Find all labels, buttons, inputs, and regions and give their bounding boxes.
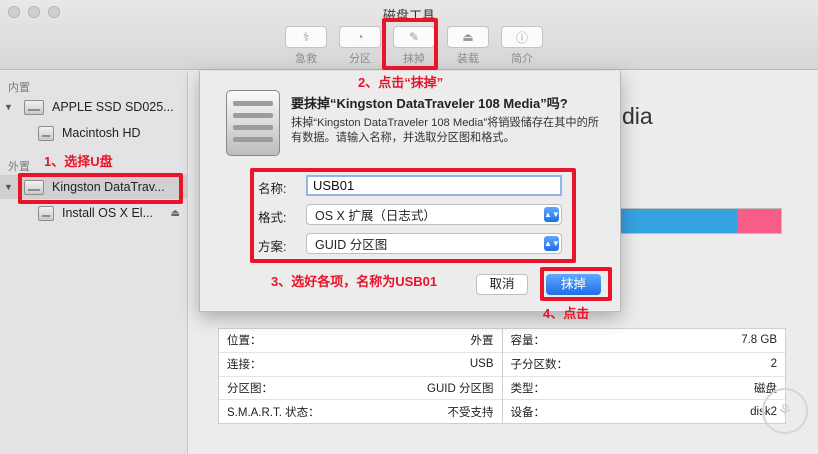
annotation-step-3: 3、选好各项，名称为USB01 [271, 274, 438, 289]
info-value: 不受支持 [447, 406, 494, 419]
sheet-description: 抹掉“Kingston DataTraveler 108 Media”将销毁储存… [291, 117, 599, 144]
toolbar-label: 装载 [457, 53, 479, 65]
cancel-button[interactable]: 取消 [476, 274, 528, 295]
annotation-step-2: 2、点击“抹掉” [358, 75, 444, 90]
volume-icon [38, 205, 54, 221]
usage-segment-other [737, 209, 781, 233]
toolbar-label: 急救 [295, 53, 317, 65]
info-icon: ⓘ [515, 30, 528, 45]
sidebar-item-label: Macintosh HD [62, 126, 141, 140]
info-row: 位置： 外置 [219, 329, 502, 353]
usage-bar [620, 208, 782, 234]
info-column-left: 位置： 外置 连接： USB 分区图： GUID 分区图 S.M.A.R.T. 状态：… [219, 329, 502, 423]
info-row: 子分区数： 2 [502, 353, 785, 377]
toolbar-partition[interactable]: ◔ 分区 [339, 26, 381, 66]
info-row: 连接： USB [219, 353, 502, 377]
info-key: 分区图： [227, 382, 273, 395]
toolbar-info[interactable]: ⓘ 简介 [501, 26, 543, 66]
annotation-box-erase-tool [382, 18, 438, 70]
toolbar-label: 简介 [511, 53, 533, 65]
sidebar-item-install-os-x[interactable]: Install OS X El... ⏏ [0, 201, 188, 225]
info-key: 设备： [510, 406, 546, 419]
annotation-step-4: 4、点击 [543, 306, 590, 321]
disclosure-triangle-icon[interactable]: ▼ [4, 102, 16, 112]
annotation-box-select-disk [18, 173, 183, 204]
info-row: 类型： 磁盘 [502, 377, 785, 401]
eject-icon[interactable]: ⏏ [171, 208, 180, 219]
watermark-logo: ⚘ [762, 388, 808, 434]
sheet-title: 要抹掉“Kingston DataTraveler 108 Media”吗? [291, 96, 568, 111]
info-value: 2 [770, 358, 777, 371]
partition-icon: ◔ [356, 30, 364, 44]
info-row: 设备： disk2 [503, 400, 786, 423]
info-column-right: 容量： 7.8 GB 子分区数： 2 类型： 磁盘 设备： disk2 [501, 329, 786, 423]
info-value: USB [469, 358, 494, 371]
sidebar-section-internal: 内置 [8, 82, 30, 94]
sidebar: 内置 ▼ APPLE SSD SD025... Macintosh HD 外置 … [0, 71, 188, 454]
info-value: 7.8 GB [741, 334, 777, 347]
sidebar-section-external: 外置 [8, 161, 30, 173]
info-row: 分区图： GUID 分区图 [219, 377, 502, 401]
info-row: S.M.A.R.T. 状态： 不受支持 [219, 400, 502, 423]
disk-info-table: 位置： 外置 连接： USB 分区图： GUID 分区图 S.M.A.R.T. 状态：… [218, 328, 786, 424]
annotation-box-erase-button [540, 267, 612, 301]
sidebar-item-internal-disk[interactable]: ▼ APPLE SSD SD025... [0, 95, 188, 119]
info-key: S.M.A.R.T. 状态： [227, 406, 320, 419]
stethoscope-icon: ⚕ [302, 30, 310, 44]
info-key: 容量： [510, 335, 546, 348]
info-key: 连接： [227, 359, 262, 372]
toolbar-mount[interactable]: ⏏ 装载 [447, 26, 489, 66]
info-key: 子分区数： [510, 359, 569, 372]
annotation-step-1: 1、选择U盘 [44, 154, 113, 169]
volume-icon [38, 125, 54, 141]
toolbar-label: 分区 [349, 53, 371, 65]
toolbar-first-aid[interactable]: ⚕ 急救 [285, 26, 327, 66]
disclosure-triangle-icon[interactable]: ▼ [4, 182, 16, 192]
hard-disk-icon [226, 90, 280, 156]
info-value: 外置 [470, 335, 494, 348]
usage-segment-used [621, 209, 737, 233]
info-value: GUID 分区图 [427, 382, 494, 395]
sidebar-item-macintosh-hd[interactable]: Macintosh HD [0, 121, 188, 145]
sidebar-item-label: APPLE SSD SD025... [52, 100, 174, 114]
info-key: 位置： [227, 335, 262, 348]
hard-disk-icon [24, 99, 44, 115]
info-key: 类型： [510, 382, 546, 395]
annotation-box-fields [250, 168, 576, 263]
info-row: 容量： 7.8 GB [502, 329, 785, 353]
sidebar-item-label: Install OS X El... [62, 206, 154, 220]
mount-icon: ⏏ [462, 30, 474, 44]
disk-title: dia [622, 103, 653, 129]
